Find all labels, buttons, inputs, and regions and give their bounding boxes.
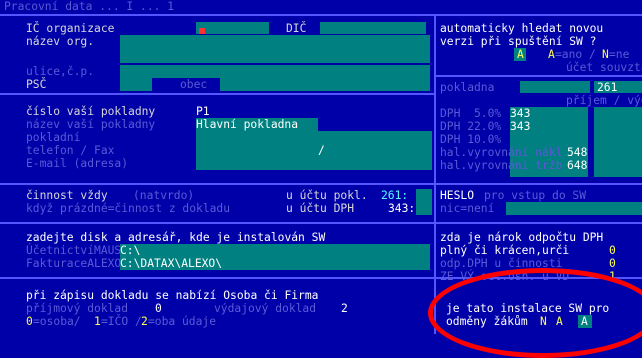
phone-field[interactable] xyxy=(196,144,432,157)
auto-hint-key: A xyxy=(548,48,555,61)
register-name-value: Hlavní pokladna xyxy=(196,118,299,131)
ucetnictvi-value: C:\ xyxy=(120,244,141,257)
pokladni-field[interactable] xyxy=(196,131,432,144)
divider-3 xyxy=(0,222,642,224)
ucet-header: účet souvztaž xyxy=(566,61,642,74)
legend-0-text: =osoba/ xyxy=(33,315,81,328)
hal-nakl-label: hal.vyrovnání nákl xyxy=(440,146,563,159)
fakturace-value: C:\DATAX\ALEXO\ xyxy=(120,257,223,270)
dic-label: DIČ xyxy=(286,22,307,35)
ucetnictvi-label: ÚčetnictvíMAUS xyxy=(26,244,122,257)
activity-line1-label: činnost vždy xyxy=(26,189,108,202)
activity-account-pokl-value: 261: xyxy=(381,189,409,202)
ucetnictvi-field[interactable] xyxy=(120,244,430,257)
activity-field[interactable] xyxy=(416,189,432,215)
register-number-label: číslo vaší pokladny xyxy=(26,105,156,118)
activity-account-dph-label: u účtu DPH xyxy=(286,202,355,215)
auto-hint-tail: =ne xyxy=(609,48,630,61)
phone-separator: / xyxy=(318,144,325,157)
fakturace-label: FakturaceALEXO xyxy=(26,257,122,270)
activity-account-dph-value: 343: xyxy=(388,202,416,215)
pokladni-label: pokladní xyxy=(26,131,81,144)
org-name-label: název org. xyxy=(26,35,95,48)
psc-field[interactable] xyxy=(120,78,152,91)
hal-trzb-value: 648 xyxy=(567,159,588,172)
person-title: při zápisu dokladu se nabízí Osoba či Fi… xyxy=(26,289,319,302)
divider-2 xyxy=(0,183,642,185)
email-field[interactable] xyxy=(196,157,432,170)
header-text: Pracovní data ... I ... 1 xyxy=(4,0,175,13)
ico-field[interactable] xyxy=(196,22,269,34)
vertical-divider xyxy=(434,14,436,334)
prijmovy-value[interactable]: 0 xyxy=(155,302,162,315)
heslo-field[interactable] xyxy=(506,202,642,215)
activity-line1-hint: (natvrdo) xyxy=(133,189,195,202)
register-name-label: název vaší pokladny xyxy=(26,118,156,131)
auto-hint: =ano / xyxy=(555,48,596,61)
auto-update-line1: automaticky hledat novou xyxy=(440,22,604,35)
street-field[interactable] xyxy=(120,65,430,78)
dph10-label: DPH 10.0% xyxy=(440,133,502,146)
highlight-ellipse xyxy=(428,268,642,358)
legend-1-key: 1 xyxy=(94,315,101,328)
disk-title: zadejte disk a adresář, kde je instalová… xyxy=(26,231,326,244)
cursor-marker xyxy=(199,28,205,34)
dph22-value: 343 xyxy=(510,120,531,133)
heslo-label: HESLO xyxy=(440,189,475,202)
narok-line1: zda je nárok odpočtu DPH xyxy=(440,231,604,244)
legend-2-key: 2 xyxy=(141,315,148,328)
street-label: ulice,č.p. xyxy=(26,65,95,78)
psc-label: PSČ xyxy=(26,78,47,91)
dph5-label: DPH 5.0% xyxy=(440,107,502,120)
hal-trzb-label: hal.vyrovnání tržb xyxy=(440,159,563,172)
heslo-hint: pro vstup do SW xyxy=(484,189,587,202)
vydajovy-label: výdajový doklad xyxy=(214,302,317,315)
dph-field-b[interactable] xyxy=(594,107,642,177)
obec-label: obec xyxy=(180,78,208,91)
auto-hint-n: N xyxy=(602,48,609,61)
register-number-value[interactable]: P1 xyxy=(196,105,210,118)
narok-line2: plný či krácen,urči xyxy=(440,244,570,257)
top-divider xyxy=(0,14,642,16)
auto-update-line2: verzi při spuštění SW ? xyxy=(440,35,597,48)
hal-nakl-value: 548 xyxy=(567,146,588,159)
activity-account-pokl-label: u účtu pokl. xyxy=(286,189,368,202)
email-label: E-mail (adresa) xyxy=(26,157,129,170)
divider-1 xyxy=(0,93,434,95)
narok-line2-value[interactable]: 0 xyxy=(609,244,616,257)
dph22-label: DPH 22.0% xyxy=(440,120,502,133)
heslo-none: nic=není xyxy=(440,202,495,215)
activity-line2-label: když prázdné=činnost z dokladu xyxy=(26,202,231,215)
prijmovy-label: příjmový doklad xyxy=(26,302,129,315)
dph5-value: 343 xyxy=(510,107,531,120)
divider-right-1 xyxy=(434,75,642,77)
phone-label: telefon / Fax xyxy=(26,144,115,157)
pokladna-value: 261 xyxy=(597,81,618,94)
pokladna-label: pokladna xyxy=(440,81,495,94)
prijem-header: příjem / výdej xyxy=(566,94,642,107)
legend-2-text: =oba údaje xyxy=(148,315,217,328)
auto-update-value: A xyxy=(517,48,524,61)
legend-1-text: =IČO / xyxy=(101,315,142,328)
vydajovy-value[interactable]: 2 xyxy=(341,302,348,315)
dic-field[interactable] xyxy=(320,22,426,34)
legend-0-key: 0 xyxy=(26,315,33,328)
obec-field[interactable] xyxy=(220,78,430,91)
narok-line3-value[interactable]: 0 xyxy=(609,257,616,270)
org-name-field[interactable] xyxy=(120,35,430,63)
pokladna-field-a[interactable] xyxy=(520,81,590,93)
ico-label: IČ organizace xyxy=(26,22,115,35)
